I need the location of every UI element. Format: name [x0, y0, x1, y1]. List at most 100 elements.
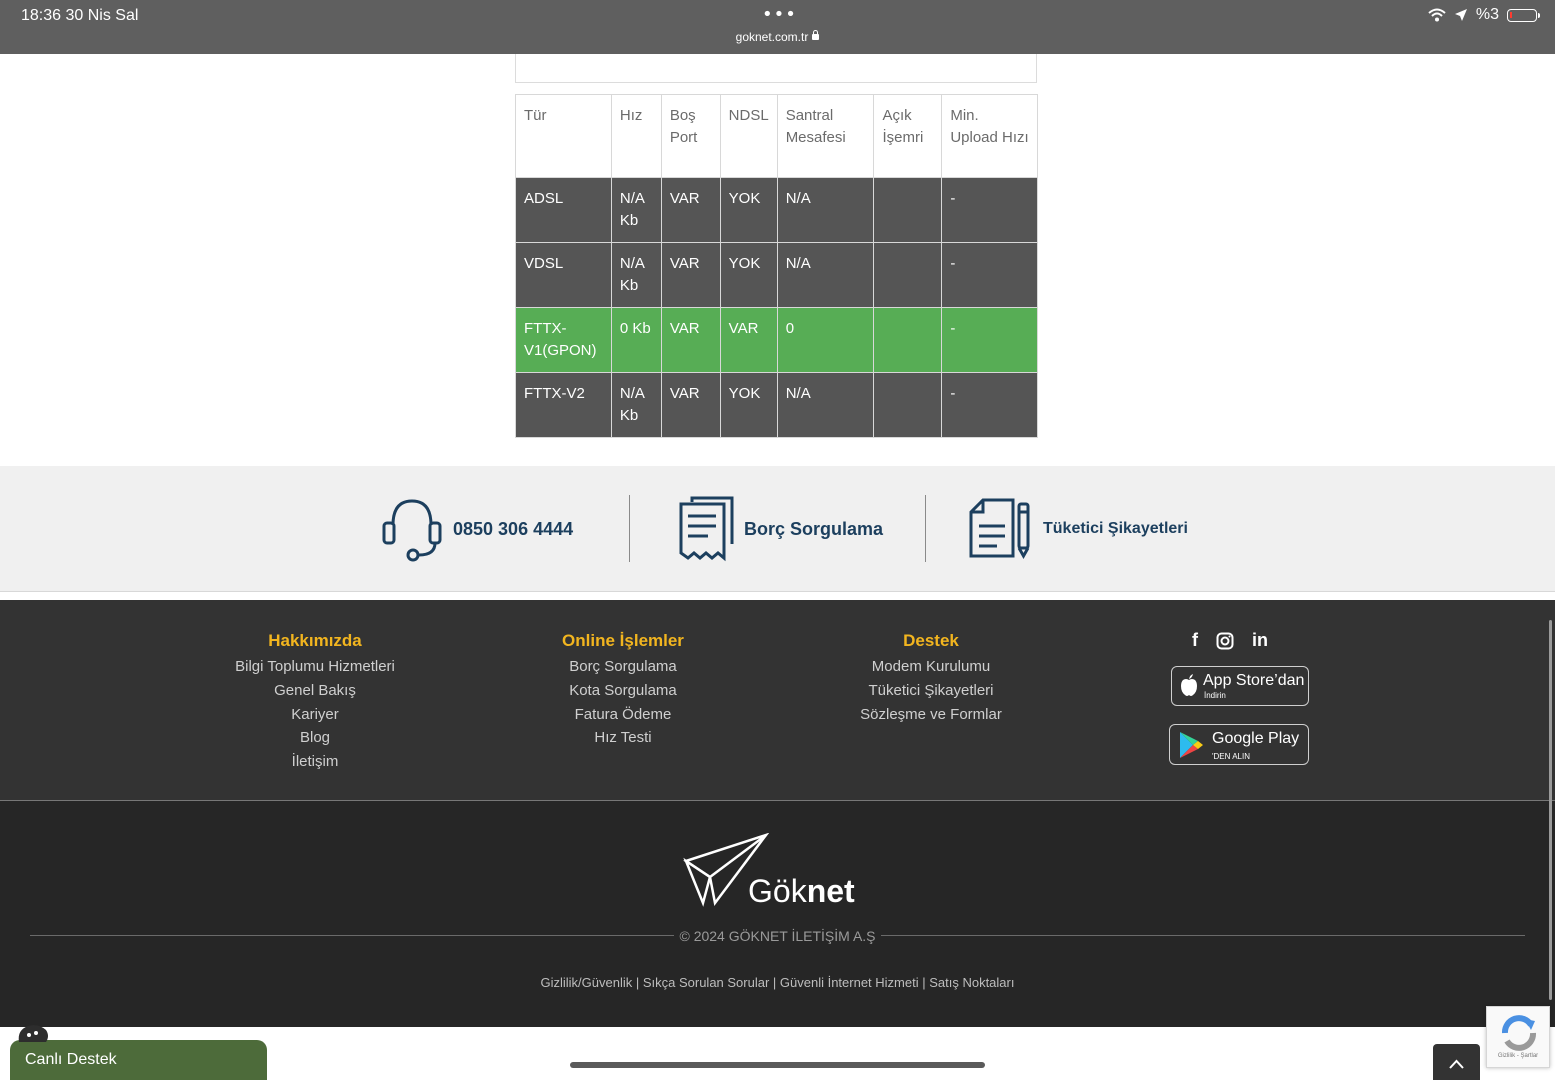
footer-link[interactable]: Modem Kurulumu — [801, 655, 1061, 679]
footer-link[interactable]: Hız Testi — [493, 726, 753, 750]
footer-link[interactable]: Bilgi Toplumu Hizmetleri — [185, 655, 445, 679]
footer-link[interactable]: Borç Sorgulama — [493, 655, 753, 679]
cell-min-upload: - — [941, 372, 1038, 438]
header-open-work-order: Açık İşemri — [873, 94, 943, 178]
footer-link[interactable]: Sözleşme ve Formlar — [801, 703, 1061, 727]
footer-column-about: Hakkımızda Bilgi Toplumu Hizmetleri Genel … — [185, 631, 445, 774]
cell-exchange-distance: N/A — [776, 242, 875, 308]
cell-free-port: VAR — [660, 372, 721, 438]
footer-link[interactable]: Blog — [185, 726, 445, 750]
cell-min-upload: - — [941, 177, 1038, 243]
cell-free-port: VAR — [660, 307, 721, 373]
header-ndsl: NDSL — [719, 94, 778, 178]
recaptcha-badge[interactable]: Gizlilik - Şartlar — [1486, 1006, 1550, 1068]
cell-free-port: VAR — [660, 177, 721, 243]
battery-icon — [1507, 8, 1540, 22]
home-indicator[interactable] — [570, 1062, 985, 1068]
table-row: FTTX-V1(GPON) 0 Kb VAR VAR 0- — [515, 307, 1038, 373]
status-indicators: %3 — [1428, 6, 1540, 24]
header-free-port: Boş Port — [660, 94, 721, 178]
cell-ndsl: YOK — [719, 177, 778, 243]
cell-ndsl: YOK — [719, 242, 778, 308]
chat-bubble-icon — [18, 1025, 48, 1042]
receipt-icon — [679, 496, 734, 562]
cell-speed: N/A Kb — [610, 242, 662, 308]
instagram-icon[interactable] — [1216, 632, 1234, 650]
google-play-label: Google Play — [1212, 730, 1300, 747]
header-exchange-distance: Santral Mesafesi — [776, 94, 875, 178]
cell-type: FTTX-V1(GPON) — [515, 307, 612, 373]
logo-bold: net — [806, 873, 855, 909]
chevron-up-icon — [1449, 1059, 1464, 1069]
cell-ndsl: YOK — [719, 372, 778, 438]
cell-speed: N/A Kb — [610, 372, 662, 438]
battery-percent: %3 — [1475, 6, 1499, 23]
cell-type: ADSL — [515, 177, 612, 243]
scroll-to-top-button[interactable] — [1433, 1044, 1480, 1080]
footer-title-online: Online İşlemler — [562, 631, 684, 650]
cell-open-work-order — [873, 177, 943, 243]
copyright-text: © 2024 GÖKNET İLETİŞİM A.Ş — [674, 928, 881, 944]
copyright: © 2024 GÖKNET İLETİŞİM A.Ş — [0, 928, 1555, 944]
complaints-label: Tüketici Şikayetleri — [1043, 520, 1188, 537]
table-row: VDSL N/A Kb VAR YOK N/A - — [515, 242, 1038, 308]
debt-query-label: Borç Sorgulama — [744, 518, 884, 539]
cell-open-work-order — [873, 242, 943, 308]
live-chat-button[interactable]: Canlı Destek — [10, 1040, 267, 1080]
phone-number: 0850 306 4444 — [453, 518, 574, 539]
complaints-link[interactable]: Tüketici Şikayetleri — [969, 498, 1188, 560]
google-play-icon — [1180, 732, 1203, 758]
infrastructure-table: Tür Hız Boş Port NDSL Santral Mesafesi A… — [515, 94, 1038, 438]
company-logo[interactable]: Göknet — [748, 873, 855, 910]
footer-link[interactable]: Genel Bakış — [185, 679, 445, 703]
cell-min-upload: - — [941, 242, 1038, 308]
cell-exchange-distance: N/A — [776, 372, 875, 438]
cell-free-port: VAR — [660, 242, 721, 308]
google-play-sublabel: 'DEN ALIN — [1212, 752, 1250, 761]
cell-min-upload: - — [941, 307, 1038, 373]
cell-exchange-distance: 0 — [776, 307, 875, 373]
footer-links: Hakkımızda Bilgi Toplumu Hizmetleri Genel … — [0, 600, 1555, 800]
legal-links[interactable]: Gizlilik/Güvenlik | Sıkça Sorulan Sorula… — [0, 975, 1555, 990]
app-store-button[interactable]: App Store’dan İndirin — [1171, 666, 1309, 706]
table-row: FTTX-V2 N/A Kb VAR YOK N/A - — [515, 372, 1038, 438]
table-row: ADSL N/A Kb VAR YOK N/A - — [515, 177, 1038, 243]
phone-link[interactable]: 0850 306 4444 — [381, 495, 573, 563]
wifi-icon — [1428, 8, 1446, 22]
footer-bottom: Göknet © 2024 GÖKNET İLETİŞİM A.Ş Gizlil… — [0, 800, 1555, 1027]
footer-title-about: Hakkımızda — [268, 631, 362, 650]
cell-open-work-order — [873, 372, 943, 438]
cell-type: FTTX-V2 — [515, 372, 612, 438]
footer-title-support: Destek — [903, 631, 959, 650]
header-min-upload: Min. Upload Hızı — [941, 94, 1038, 178]
previous-section-box — [515, 54, 1037, 83]
recaptcha-icon — [1502, 1015, 1536, 1051]
debt-query-link[interactable]: Borç Sorgulama — [678, 494, 883, 564]
footer-link[interactable]: Fatura Ödeme — [493, 703, 753, 727]
cell-ndsl: VAR — [719, 307, 778, 373]
tab-menu-dots-icon[interactable]: ••• — [762, 4, 797, 25]
status-time: 18:36 30 Nis Sal — [21, 7, 139, 24]
facebook-icon[interactable]: f — [1192, 630, 1198, 651]
recaptcha-text: Gizlilik - Şartlar — [1497, 1053, 1539, 1059]
header-speed: Hız — [610, 94, 662, 178]
social-links: f in — [1192, 630, 1268, 651]
scrollbar[interactable] — [1549, 620, 1552, 1000]
footer-link[interactable]: Tüketici Şikayetleri — [801, 679, 1061, 703]
google-play-button[interactable]: Google Play 'DEN ALIN — [1169, 724, 1309, 765]
apple-icon — [1181, 674, 1197, 696]
address-bar[interactable]: goknet.com.tr — [0, 30, 1555, 44]
document-pen-icon — [969, 498, 1030, 560]
footer-link[interactable]: İletişim — [185, 750, 445, 774]
browser-status-bar: 18:36 30 Nis Sal ••• goknet.com.tr %3 — [0, 0, 1555, 54]
footer-link[interactable]: Kariyer — [185, 703, 445, 727]
url-text: goknet.com.tr — [735, 30, 809, 44]
divider — [629, 495, 630, 562]
footer-column-support: Destek Modem Kurulumu Tüketici Şikayetleri… — [801, 631, 1061, 726]
footer-link[interactable]: Kota Sorgulama — [493, 679, 753, 703]
linkedin-icon[interactable]: in — [1252, 630, 1268, 651]
logo-light: Gök — [748, 873, 807, 909]
cell-type: VDSL — [515, 242, 612, 308]
app-store-label: App Store’dan — [1203, 672, 1305, 689]
divider — [925, 495, 926, 562]
